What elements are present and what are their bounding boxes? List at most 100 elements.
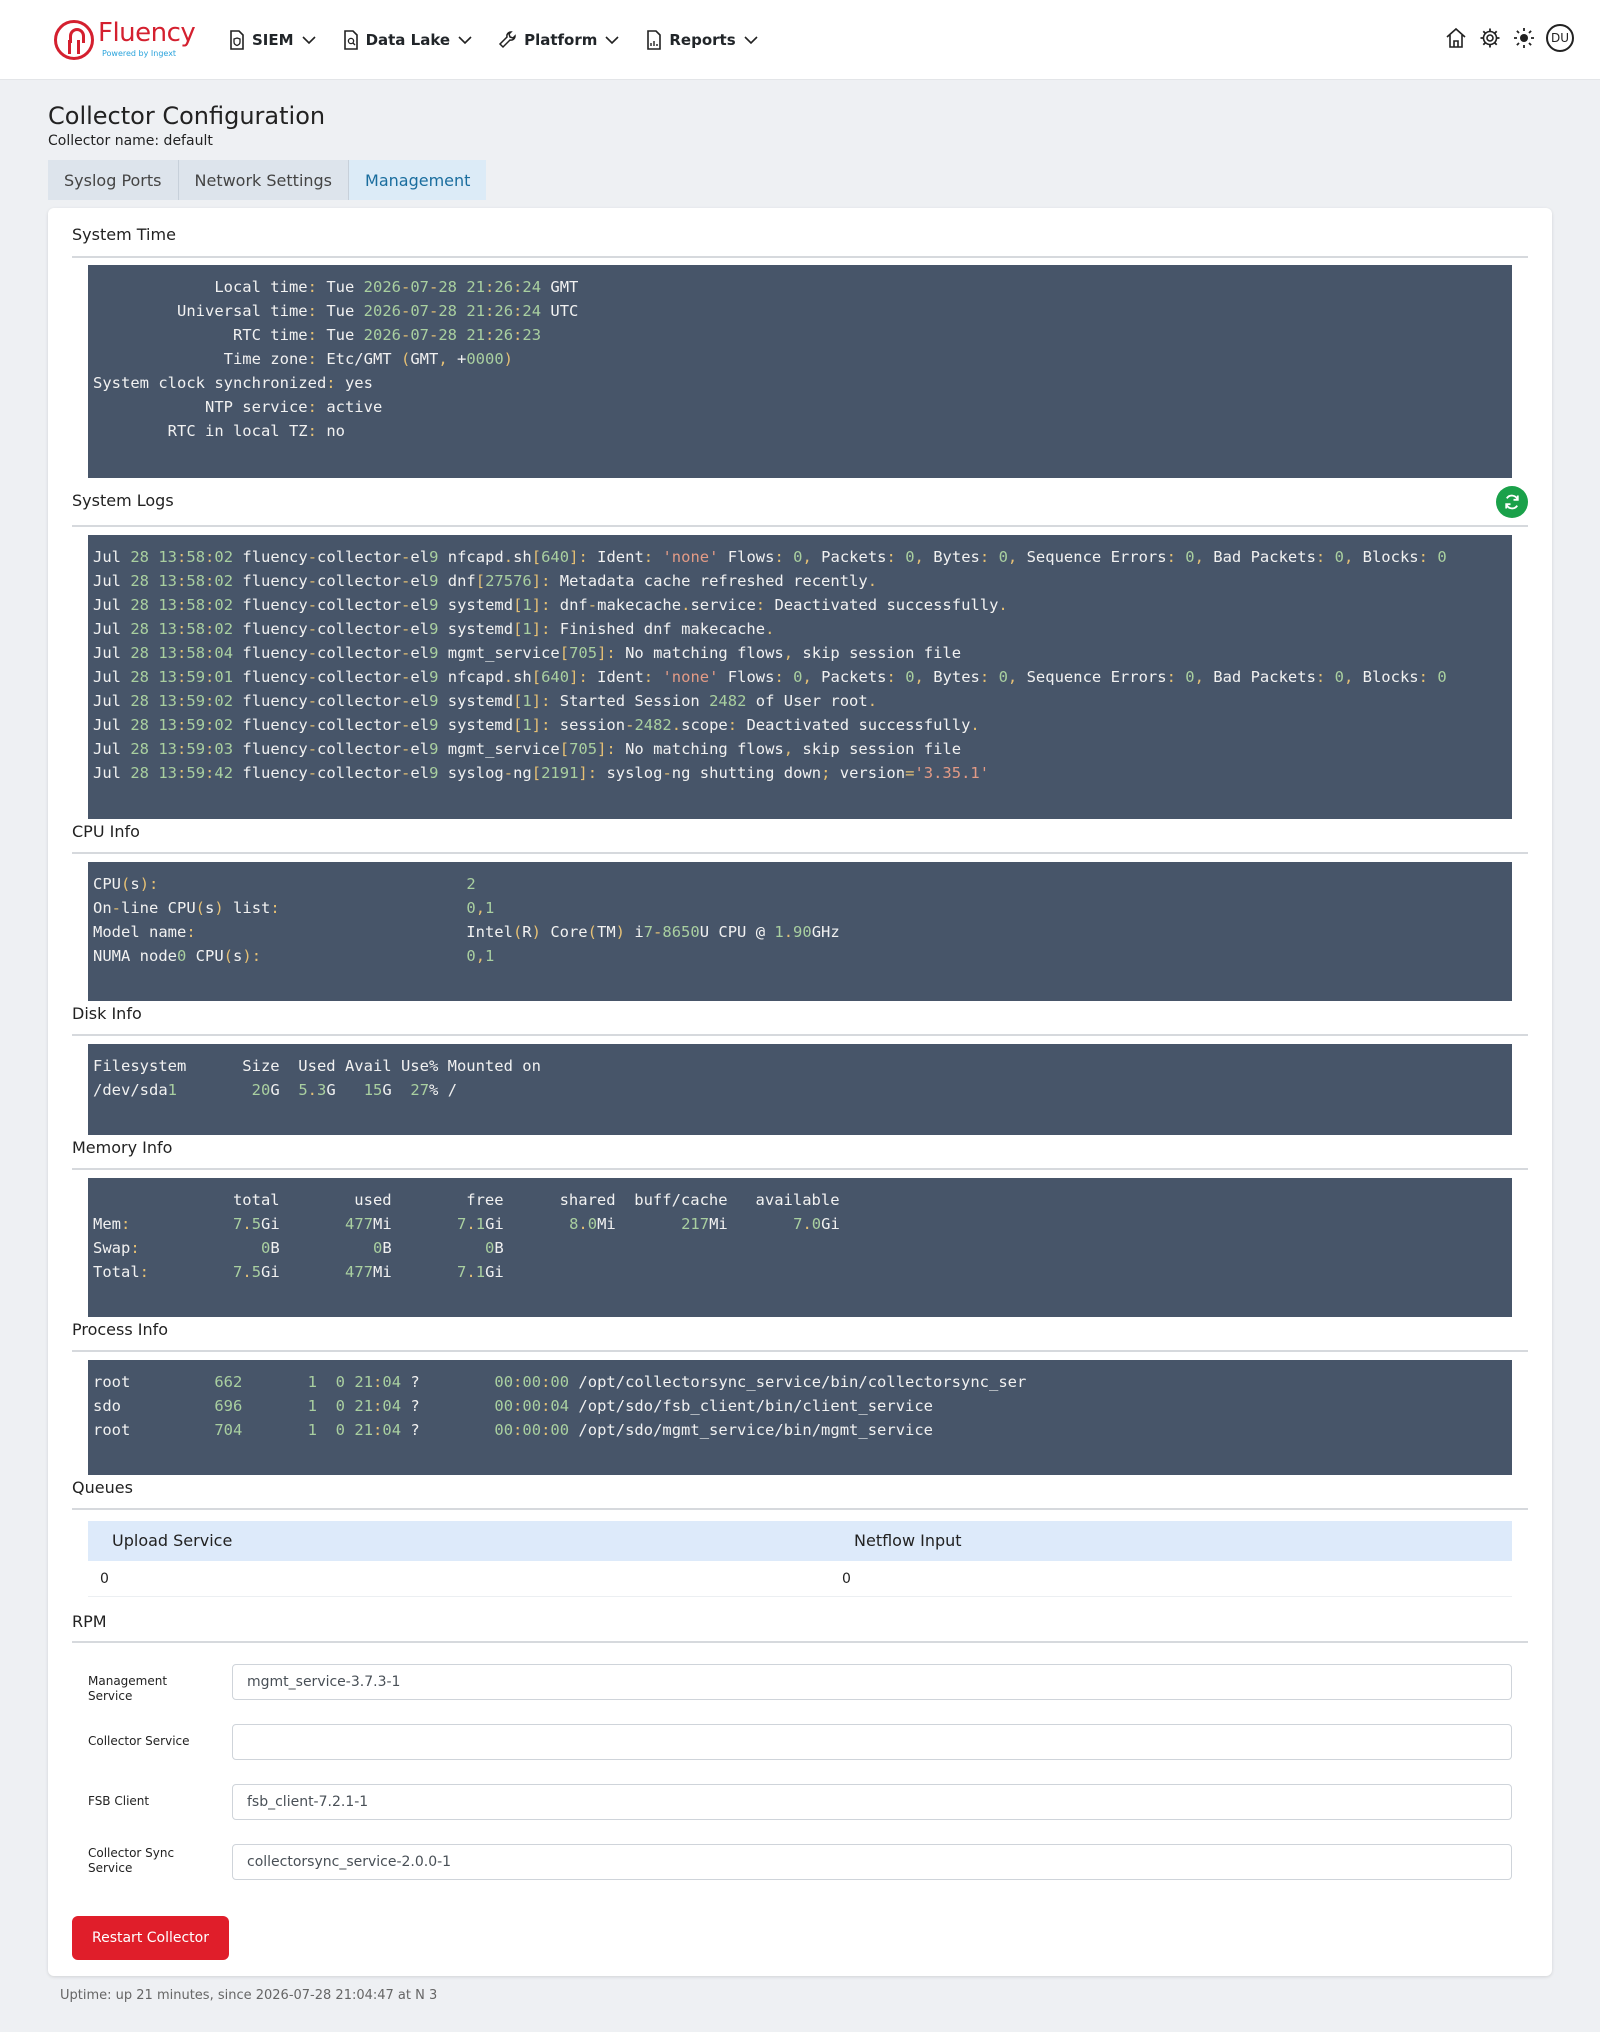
rpm-label-collector-service: Collector Service <box>88 1734 190 1748</box>
disk-info-output: Filesystem Size Used Avail Use% Mounted … <box>88 1044 1512 1135</box>
home-button[interactable] <box>1444 26 1468 50</box>
section-title-disk-info: Disk Info <box>72 1004 142 1023</box>
settings-button[interactable] <box>1478 26 1502 50</box>
section-divider <box>72 1034 1528 1036</box>
section-divider <box>72 1641 1528 1643</box>
table-row: 0 0 <box>88 1561 1512 1597</box>
section-title-rpm: RPM <box>72 1612 107 1631</box>
section-title-system-time: System Time <box>72 225 176 244</box>
header-actions: DU <box>1444 24 1574 52</box>
process-info-output: root 662 1 0 21:04 ? 00:00:00 /opt/colle… <box>88 1360 1512 1475</box>
theme-toggle-button[interactable] <box>1512 26 1536 50</box>
sun-icon <box>1514 28 1534 48</box>
brand-tagline: Powered by Ingext <box>102 49 177 58</box>
system-logs-output: Jul 28 13:58:02 fluency-collector-el9 nf… <box>88 535 1512 819</box>
nav-siem-label: SIEM <box>252 31 294 49</box>
terminal-line: Swap: 0B 0B 0B <box>93 1239 504 1257</box>
gear-icon <box>1480 28 1500 48</box>
home-icon <box>1446 27 1466 48</box>
tab-management[interactable]: Management <box>349 160 487 200</box>
terminal-line: Jul 28 13:58:02 fluency-collector-el9 nf… <box>93 548 1447 566</box>
terminal-line: root 704 1 0 21:04 ? 00:00:00 /opt/sdo/m… <box>93 1421 934 1439</box>
nav-reports[interactable]: Reports <box>645 26 758 54</box>
terminal-line: Local time: Tue 2026-07-28 21:26:24 GMT <box>93 278 579 296</box>
section-title-queues: Queues <box>72 1478 133 1497</box>
refresh-icon <box>1505 494 1519 510</box>
section-divider <box>72 256 1528 258</box>
terminal-line: Model name: Intel(R) Core(TM) i7-8650U C… <box>93 923 840 941</box>
queue-column-netflow-input: Netflow Input <box>854 1531 962 1550</box>
section-title-process-info: Process Info <box>72 1320 169 1339</box>
fluency-logo[interactable]: Fluency Powered by Ingext <box>54 18 204 62</box>
section-divider <box>72 1350 1528 1352</box>
section-divider <box>72 852 1528 854</box>
terminal-line: Mem: 7.5Gi 477Mi 7.1Gi 8.0Mi 217Mi 7.0Gi <box>93 1215 840 1233</box>
terminal-line: Jul 28 13:59:42 fluency-collector-el9 sy… <box>93 764 990 782</box>
section-title-cpu-info: CPU Info <box>72 822 140 841</box>
terminal-line: Jul 28 13:59:02 fluency-collector-el9 sy… <box>93 692 878 710</box>
nav-platform-label: Platform <box>524 31 598 49</box>
brand-name: Fluency <box>98 18 196 48</box>
rpm-label-fsb-client: FSB Client <box>88 1794 150 1808</box>
terminal-line: Jul 28 13:59:03 fluency-collector-el9 mg… <box>93 740 962 758</box>
section-divider <box>72 1508 1528 1510</box>
queue-column-upload-service: Upload Service <box>112 1531 233 1550</box>
rpm-collector-sync-service-field[interactable] <box>232 1844 1512 1880</box>
terminal-line: NUMA node0 CPU(s): 0,1 <box>93 947 495 965</box>
top-navbar: Fluency Powered by Ingext SIEM Data Lake… <box>0 0 1600 80</box>
nav-siem[interactable]: SIEM <box>228 26 316 54</box>
document-search-icon <box>343 30 358 50</box>
restart-collector-button[interactable]: Restart Collector <box>72 1916 229 1960</box>
main-nav: SIEM Data Lake Platform Reports <box>228 26 784 54</box>
collector-name: Collector name: default <box>48 133 213 149</box>
terminal-line: Jul 28 13:59:01 fluency-collector-el9 nf… <box>93 668 1447 686</box>
queues-table-header: Upload Service Netflow Input <box>88 1521 1512 1561</box>
nav-data-lake[interactable]: Data Lake <box>342 26 473 54</box>
user-avatar[interactable]: DU <box>1546 24 1574 52</box>
queue-value-upload-service: 0 <box>100 1571 109 1587</box>
terminal-line: Total: 7.5Gi 477Mi 7.1Gi <box>93 1263 504 1281</box>
queue-value-netflow-input: 0 <box>842 1571 851 1587</box>
terminal-line: /dev/sda1 20G 5.3G 15G 27% / <box>93 1081 458 1099</box>
tab-network-settings[interactable]: Network Settings <box>178 160 350 200</box>
system-time-output: Local time: Tue 2026-07-28 21:26:24 GMT … <box>88 265 1512 478</box>
config-tabs: Syslog Ports Network Settings Management <box>48 160 487 200</box>
section-title-memory-info: Memory Info <box>72 1138 173 1157</box>
chevron-down-icon <box>301 36 316 45</box>
terminal-line: Time zone: Etc/GMT (GMT, +0000) <box>93 350 514 368</box>
rpm-label-management-service: Management Service <box>88 1674 168 1703</box>
report-chart-icon <box>647 30 662 50</box>
terminal-line: CPU(s): 2 <box>93 875 476 893</box>
chevron-down-icon <box>744 36 758 45</box>
terminal-line: total used free shared buff/cache availa… <box>93 1191 840 1209</box>
wrench-icon <box>499 31 516 49</box>
chevron-down-icon <box>605 36 619 45</box>
rpm-label-collector-sync-service: Collector Sync Service <box>88 1846 175 1875</box>
chevron-down-icon <box>458 36 472 45</box>
terminal-line: Jul 28 13:59:02 fluency-collector-el9 sy… <box>93 716 980 734</box>
cpu-info-output: CPU(s): 2 On-line CPU(s) list: 0,1 Model n… <box>88 862 1512 1001</box>
terminal-line: Universal time: Tue 2026-07-28 21:26:24 … <box>93 302 579 320</box>
terminal-line: Jul 28 13:58:02 fluency-collector-el9 sy… <box>93 596 1008 614</box>
nav-data-lake-label: Data Lake <box>365 31 451 49</box>
tab-syslog-ports[interactable]: Syslog Ports <box>48 160 179 200</box>
rpm-management-service-field[interactable] <box>232 1664 1512 1700</box>
terminal-line: On-line CPU(s) list: 0,1 <box>93 899 495 917</box>
refresh-logs-button[interactable] <box>1496 486 1528 518</box>
section-title-system-logs: System Logs <box>72 491 174 510</box>
rpm-fsb-client-field[interactable] <box>232 1784 1512 1820</box>
uptime-status: Uptime: up 21 minutes, since 2026-07-28 … <box>60 1988 438 2003</box>
terminal-line: root 662 1 0 21:04 ? 00:00:00 /opt/colle… <box>93 1373 1027 1391</box>
terminal-line: sdo 696 1 0 21:04 ? 00:00:04 /opt/sdo/fs… <box>93 1397 934 1415</box>
terminal-line: Jul 28 13:58:04 fluency-collector-el9 mg… <box>93 644 962 662</box>
section-divider <box>72 1168 1528 1170</box>
terminal-line: NTP service: active <box>93 398 383 416</box>
section-divider <box>72 525 1528 527</box>
terminal-line: RTC time: Tue 2026-07-28 21:26:23 <box>93 326 542 344</box>
page-title: Collector Configuration <box>48 102 326 130</box>
nav-platform[interactable]: Platform <box>498 26 619 54</box>
memory-info-output: total used free shared buff/cache availa… <box>88 1178 1512 1317</box>
terminal-line: Jul 28 13:58:02 fluency-collector-el9 sy… <box>93 620 775 638</box>
rpm-collector-service-field[interactable] <box>232 1724 1512 1760</box>
terminal-line: System clock synchronized: yes <box>93 374 373 392</box>
